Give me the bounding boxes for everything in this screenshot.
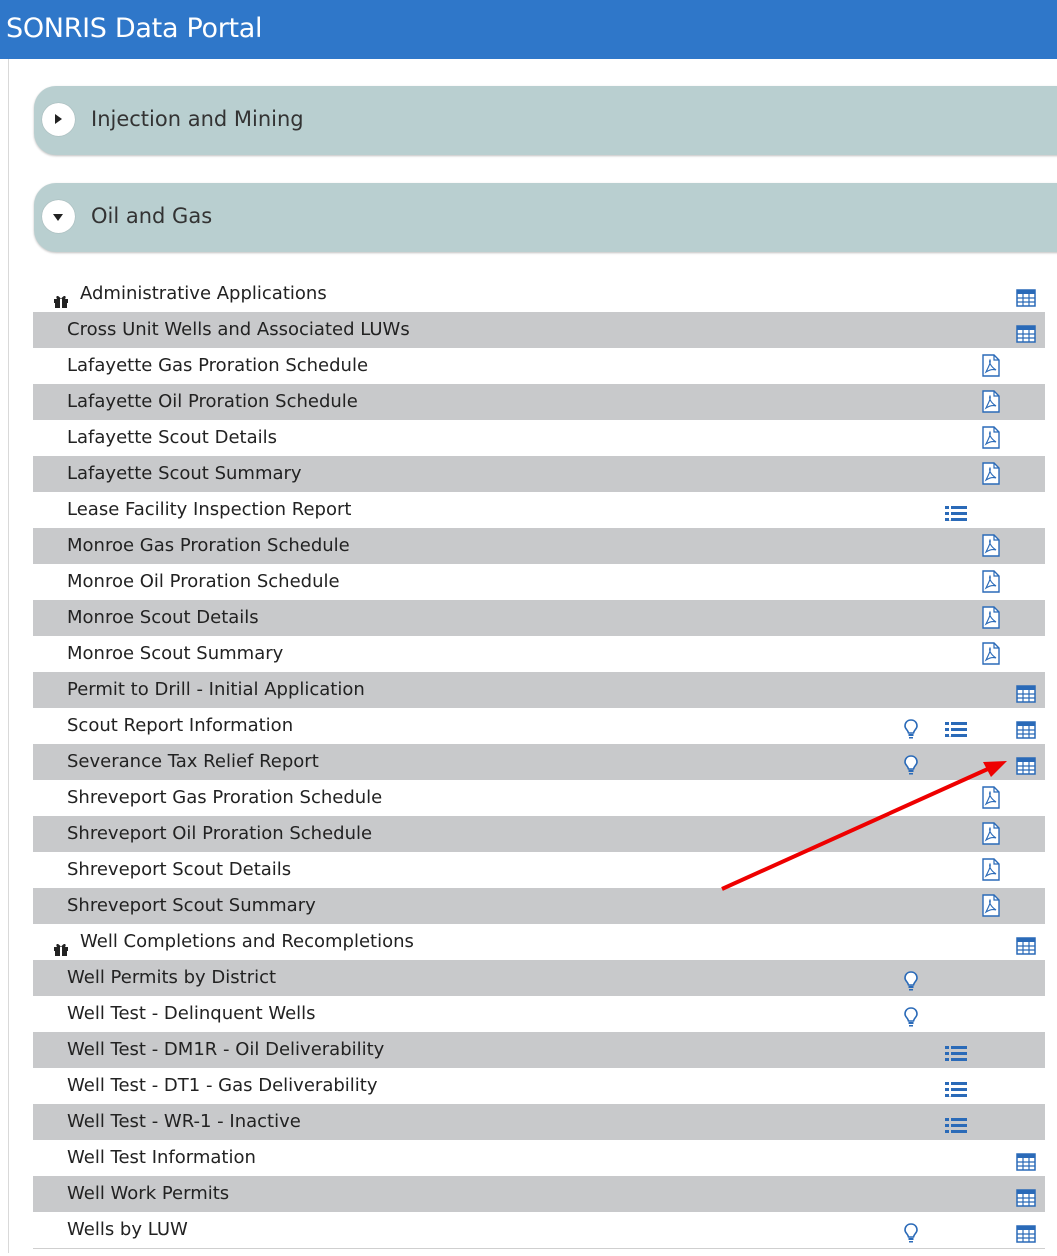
report-row[interactable]: Lafayette Gas Proration Schedule (33, 348, 1045, 384)
report-row[interactable]: Shreveport Oil Proration Schedule (33, 816, 1045, 852)
section-title[interactable]: Injection and Mining (91, 104, 304, 134)
report-row[interactable]: Shreveport Scout Summary (33, 888, 1045, 924)
section-injection-and-mining[interactable]: Injection and Mining (34, 86, 1057, 155)
report-row[interactable]: Well Test - Delinquent Wells (33, 996, 1045, 1032)
report-row[interactable]: Well Work Permits (33, 1176, 1045, 1212)
report-row[interactable]: Lease Facility Inspection Report (33, 492, 1045, 528)
report-link[interactable]: Well Test Information (67, 1140, 256, 1176)
report-row[interactable]: Well Test - DT1 - Gas Deliverability (33, 1068, 1045, 1104)
list-icon[interactable] (945, 1076, 967, 1097)
gift-icon (53, 286, 69, 308)
report-row[interactable]: Monroe Gas Proration Schedule (33, 528, 1045, 564)
report-row[interactable]: Lafayette Oil Proration Schedule (33, 384, 1045, 420)
report-row[interactable]: Shreveport Scout Details (33, 852, 1045, 888)
section-oil-and-gas[interactable]: Oil and Gas (34, 183, 1057, 252)
report-row[interactable]: Monroe Scout Summary (33, 636, 1045, 672)
report-row[interactable]: Well Completions and Recompletions (33, 924, 1045, 960)
table-icon[interactable] (1016, 320, 1036, 343)
pdf-icon[interactable] (981, 534, 1001, 557)
lightbulb-icon[interactable] (903, 752, 923, 775)
app-title: SONRIS Data Portal (6, 13, 263, 44)
pdf-icon[interactable] (981, 822, 1001, 845)
pdf-icon[interactable] (981, 642, 1001, 665)
pdf-icon[interactable] (981, 858, 1001, 881)
lightbulb-icon[interactable] (903, 1004, 923, 1027)
report-link[interactable]: Shreveport Scout Summary (67, 888, 316, 924)
report-link[interactable]: Lafayette Scout Summary (67, 456, 302, 492)
report-row[interactable]: Administrative Applications (33, 276, 1045, 312)
report-link[interactable]: Permit to Drill - Initial Application (67, 672, 365, 708)
lightbulb-icon[interactable] (903, 968, 923, 991)
collapse-toggle-button[interactable] (42, 200, 75, 233)
report-row[interactable]: Shreveport Gas Proration Schedule (33, 780, 1045, 816)
report-row[interactable]: Permit to Drill - Initial Application (33, 672, 1045, 708)
list-icon[interactable] (945, 500, 967, 521)
report-link[interactable]: Lafayette Oil Proration Schedule (67, 384, 358, 420)
caret-down-icon (53, 214, 63, 221)
list-icon[interactable] (945, 716, 967, 737)
report-link[interactable]: Lafayette Scout Details (67, 420, 277, 456)
table-icon[interactable] (1016, 680, 1036, 703)
report-link[interactable]: Well Completions and Recompletions (80, 924, 414, 960)
table-icon[interactable] (1016, 716, 1036, 739)
report-row[interactable]: Scout Report Information (33, 708, 1045, 744)
report-link[interactable]: Shreveport Gas Proration Schedule (67, 780, 382, 816)
report-link[interactable]: Lease Facility Inspection Report (67, 492, 351, 528)
report-row[interactable]: Monroe Scout Details (33, 600, 1045, 636)
caret-right-icon (55, 114, 62, 124)
report-link[interactable]: Well Test - DM1R - Oil Deliverability (67, 1032, 384, 1068)
report-link[interactable]: Cross Unit Wells and Associated LUWs (67, 312, 410, 348)
report-link[interactable]: Well Permits by District (67, 960, 276, 996)
report-row[interactable]: Well Test Information (33, 1140, 1045, 1176)
table-icon[interactable] (1016, 1148, 1036, 1171)
pdf-icon[interactable] (981, 390, 1001, 413)
table-icon[interactable] (1016, 284, 1036, 307)
report-link[interactable]: Monroe Gas Proration Schedule (67, 528, 350, 564)
expand-toggle-button[interactable] (42, 103, 75, 136)
table-icon[interactable] (1016, 932, 1036, 955)
report-link[interactable]: Lafayette Gas Proration Schedule (67, 348, 368, 384)
pdf-icon[interactable] (981, 786, 1001, 809)
pdf-icon[interactable] (981, 426, 1001, 449)
gift-icon (53, 934, 69, 956)
report-row[interactable]: Monroe Oil Proration Schedule (33, 564, 1045, 600)
report-link[interactable]: Shreveport Scout Details (67, 852, 291, 888)
report-link[interactable]: Scout Report Information (67, 708, 293, 744)
report-link[interactable]: Monroe Scout Details (67, 600, 259, 636)
report-link[interactable]: Monroe Scout Summary (67, 636, 283, 672)
report-row[interactable]: Well Test - WR-1 - Inactive (33, 1104, 1045, 1140)
report-row[interactable]: Well Permits by District (33, 960, 1045, 996)
report-link[interactable]: Well Test - WR-1 - Inactive (67, 1104, 301, 1140)
table-icon[interactable] (1016, 1220, 1036, 1243)
pdf-icon[interactable] (981, 570, 1001, 593)
report-row[interactable]: Cross Unit Wells and Associated LUWs (33, 312, 1045, 348)
report-link[interactable]: Wells by LUW (67, 1212, 188, 1248)
list-icon[interactable] (945, 1112, 967, 1133)
report-link[interactable]: Well Work Permits (67, 1176, 229, 1212)
lightbulb-icon[interactable] (903, 1220, 923, 1243)
table-icon[interactable] (1016, 1184, 1036, 1207)
pdf-icon[interactable] (981, 606, 1001, 629)
report-list: Administrative Applications Cross Unit We… (33, 276, 1045, 1249)
report-row[interactable]: Severance Tax Relief Report (33, 744, 1045, 780)
report-link[interactable]: Administrative Applications (80, 276, 327, 312)
report-link[interactable]: Shreveport Oil Proration Schedule (67, 816, 372, 852)
app-header: SONRIS Data Portal (0, 0, 1057, 59)
list-icon[interactable] (945, 1040, 967, 1061)
pdf-icon[interactable] (981, 894, 1001, 917)
report-link[interactable]: Well Test - DT1 - Gas Deliverability (67, 1068, 377, 1104)
report-link[interactable]: Well Test - Delinquent Wells (67, 996, 316, 1032)
report-link[interactable]: Severance Tax Relief Report (67, 744, 319, 780)
report-row[interactable]: Lafayette Scout Summary (33, 456, 1045, 492)
report-row[interactable]: Well Test - DM1R - Oil Deliverability (33, 1032, 1045, 1068)
pdf-icon[interactable] (981, 354, 1001, 377)
pdf-icon[interactable] (981, 462, 1001, 485)
lightbulb-icon[interactable] (903, 716, 923, 739)
report-link[interactable]: Monroe Oil Proration Schedule (67, 564, 340, 600)
table-icon[interactable] (1016, 752, 1036, 775)
report-row[interactable]: Wells by LUW (33, 1212, 1045, 1248)
section-title[interactable]: Oil and Gas (91, 201, 212, 231)
report-row[interactable]: Lafayette Scout Details (33, 420, 1045, 456)
